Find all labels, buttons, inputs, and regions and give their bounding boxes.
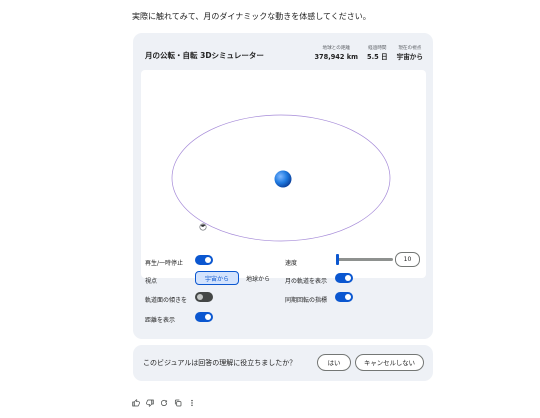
stat-distance: 地球との距離 378,942 km — [314, 45, 358, 62]
copy-icon[interactable] — [174, 399, 182, 407]
sync-toggle[interactable] — [335, 292, 353, 302]
simulator-card: 月の公転・自転 3Dシミュレーター 地球との距離 378,942 km 経過時間… — [133, 33, 433, 339]
play-label: 再生/一時停止 — [145, 260, 184, 267]
refresh-icon[interactable] — [160, 399, 168, 407]
sync-label: 同期回転の指標 — [285, 297, 328, 304]
thumb-up-icon[interactable] — [132, 399, 140, 407]
simulation-canvas — [171, 114, 391, 242]
stat-elapsed-label: 経過時間 — [368, 46, 387, 51]
stats-panel: 地球との距離 378,942 km 経過時間 5.5 日 現在の視点 宇宙から — [314, 45, 423, 62]
feedback-card: このビジュアルは回答の理解に役立ちましたか？ はい キャンセルしない — [133, 345, 433, 381]
stat-viewpoint: 現在の視点 宇宙から — [397, 45, 423, 62]
feedback-yes-button[interactable]: はい — [317, 354, 351, 371]
intro-text: 実際に触れてみて、月のダイナミックな動きを体感してください。 — [132, 12, 371, 21]
speed-label: 速度 — [285, 260, 298, 267]
stat-distance-value: 378,942 km — [314, 53, 359, 61]
simulation-viewport[interactable] — [141, 70, 426, 278]
stat-elapsed: 経過時間 5.5 日 — [367, 45, 388, 62]
speed-slider-track[interactable] — [336, 258, 393, 261]
stat-viewpoint-label: 現在の視点 — [398, 46, 422, 51]
tilt-toggle[interactable] — [195, 292, 213, 302]
view-space-button[interactable]: 宇宙から — [195, 271, 239, 285]
orbit-label: 月の軌道を表示 — [285, 278, 328, 285]
view-earth-button[interactable]: 地球から — [246, 271, 270, 285]
thumb-down-icon[interactable] — [146, 399, 154, 407]
feedback-question: このビジュアルは回答の理解に役立ちましたか？ — [143, 359, 297, 367]
speed-slider-thumb[interactable] — [335, 254, 339, 265]
more-vert-icon[interactable] — [188, 399, 196, 407]
stat-viewpoint-value: 宇宙から — [396, 53, 423, 61]
play-toggle[interactable] — [195, 255, 213, 265]
stat-distance-label: 地球との距離 — [322, 46, 351, 51]
tilt-label: 軌道面の傾きを — [145, 297, 188, 304]
speed-input[interactable]: 10 — [395, 252, 420, 267]
stat-elapsed-value: 5.5 日 — [367, 53, 388, 61]
earth-sphere — [274, 170, 292, 188]
simulator-title: 月の公転・自転 3Dシミュレーター — [145, 51, 264, 60]
moon-sphere — [199, 223, 207, 231]
distance-label: 距離を表示 — [145, 317, 176, 324]
feedback-cancel-button[interactable]: キャンセルしない — [355, 354, 424, 371]
orbit-toggle[interactable] — [335, 273, 353, 283]
distance-toggle[interactable] — [195, 312, 213, 322]
viewpoint-label: 視点 — [145, 278, 158, 285]
response-actions — [132, 399, 196, 407]
